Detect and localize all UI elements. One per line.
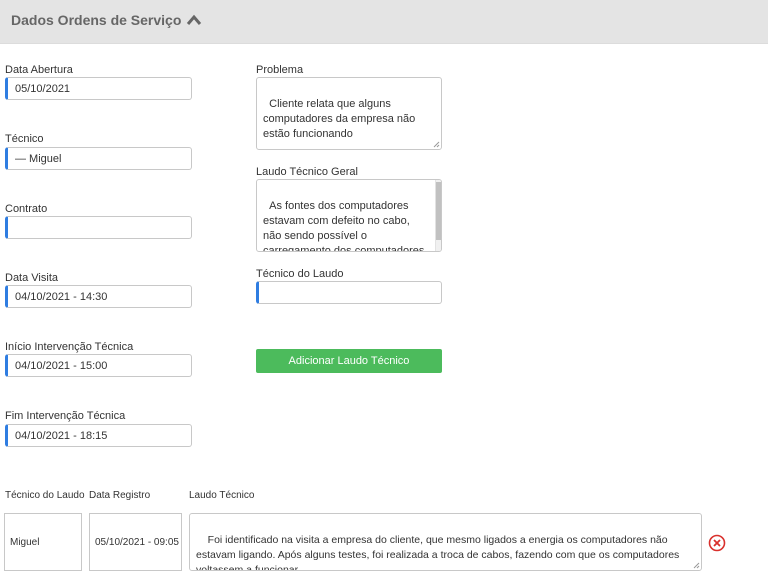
- tecnico-laudo-label: Técnico do Laudo: [256, 268, 344, 280]
- fim-intervencao-label: Fim Intervenção Técnica: [5, 410, 126, 422]
- problema-text: Cliente relata que alguns computadores d…: [263, 98, 419, 140]
- tecnico-select[interactable]: — Miguel: [5, 147, 192, 170]
- laudo-geral-text: As fontes dos computadores estavam com d…: [263, 200, 428, 252]
- laudo-geral-label: Laudo Técnico Geral: [256, 166, 358, 178]
- table-header-laudo: Laudo Técnico: [189, 490, 255, 501]
- row-tecnico-cell: Miguel: [4, 513, 82, 571]
- remove-circle-icon[interactable]: [708, 534, 726, 552]
- table-header-data: Data Registro: [89, 490, 151, 501]
- inicio-intervencao-field[interactable]: 04/10/2021 - 15:00: [5, 354, 192, 377]
- row-tecnico: Miguel: [10, 536, 40, 548]
- contrato-label: Contrato: [5, 203, 48, 215]
- chevron-up-icon[interactable]: [186, 13, 202, 27]
- contrato-field[interactable]: [5, 216, 192, 239]
- section-title: Dados Ordens de Serviço: [11, 12, 182, 28]
- scrollbar-thumb[interactable]: [436, 182, 441, 240]
- fim-intervencao-field[interactable]: 04/10/2021 - 18:15: [5, 424, 192, 447]
- add-laudo-button[interactable]: Adicionar Laudo Técnico: [256, 349, 442, 373]
- row-data: 05/10/2021 - 09:05: [95, 536, 179, 548]
- data-visita-field[interactable]: 04/10/2021 - 14:30: [5, 285, 192, 308]
- row-laudo-textarea[interactable]: Foi identificado na visita a empresa do …: [189, 513, 702, 571]
- tecnico-laudo-field[interactable]: [256, 281, 442, 304]
- data-visita-label: Data Visita: [5, 272, 58, 284]
- row-data-cell: 05/10/2021 - 09:05: [89, 513, 182, 571]
- row-laudo: Foi identificado na visita a empresa do …: [196, 534, 683, 571]
- inicio-intervencao-label: Início Intervenção Técnica: [5, 341, 134, 353]
- scrollbar[interactable]: [435, 180, 441, 251]
- problema-textarea[interactable]: Cliente relata que alguns computadores d…: [256, 77, 442, 150]
- tecnico-label: Técnico: [5, 133, 44, 145]
- resize-grip-icon[interactable]: [693, 562, 700, 569]
- section-header: Dados Ordens de Serviço: [0, 0, 768, 44]
- data-abertura-label: Data Abertura: [5, 64, 73, 76]
- data-abertura-field[interactable]: 05/10/2021: [5, 77, 192, 100]
- resize-grip-icon[interactable]: [433, 141, 440, 148]
- problema-label: Problema: [256, 64, 304, 76]
- laudo-geral-textarea[interactable]: As fontes dos computadores estavam com d…: [256, 179, 442, 252]
- table-header-tecnico: Técnico do Laudo: [5, 490, 85, 501]
